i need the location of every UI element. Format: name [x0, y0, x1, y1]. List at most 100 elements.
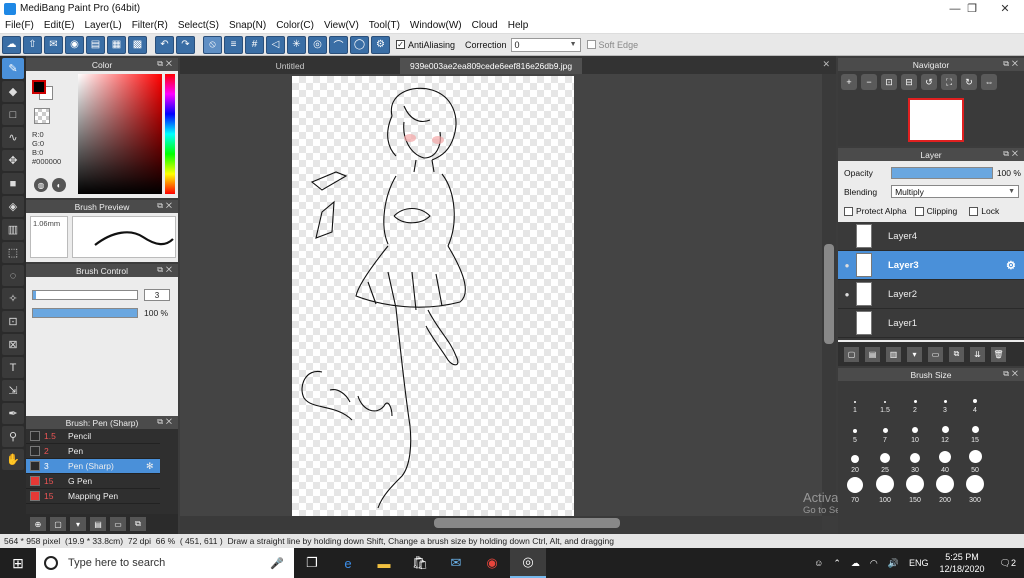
magic-wand-icon[interactable]: ✧ [2, 288, 24, 309]
gradient-tool-icon[interactable]: ▥ [2, 219, 24, 240]
taskbar-clock[interactable]: 5:25 PM 12/18/2020 [940, 551, 985, 575]
color-history-icon[interactable]: ◐ [52, 178, 66, 192]
brush-size-option[interactable]: 40 [930, 444, 960, 474]
eye-icon[interactable]: ● [838, 261, 856, 270]
new-8bit-layer-icon[interactable]: ▥ [886, 346, 901, 362]
menu-view[interactable]: View(V) [319, 20, 364, 31]
select-rect-icon[interactable]: ⬚ [2, 242, 24, 263]
brush-folder-icon[interactable]: ▭ [110, 517, 126, 531]
menu-file[interactable]: File(F) [0, 20, 39, 31]
text-tool-icon[interactable]: T [2, 357, 24, 378]
menu-tool[interactable]: Tool(T) [364, 20, 405, 31]
zoom-out-icon[interactable]: − [861, 74, 877, 90]
operation-tool-icon[interactable]: ⇲ [2, 380, 24, 401]
menu-window[interactable]: Window(W) [405, 20, 467, 31]
brush-size-option[interactable]: 100 [870, 474, 900, 504]
blur-tool-icon[interactable]: ∿ [2, 127, 24, 148]
brush-size-option[interactable]: 2 [900, 384, 930, 414]
brush-size-option[interactable]: 7 [870, 414, 900, 444]
antialiasing-checkbox[interactable]: ✓ [396, 40, 405, 49]
upload-icon[interactable]: ⇧ [23, 35, 42, 54]
notifications-icon[interactable]: 🗨2 [1000, 558, 1016, 569]
brush-size-option[interactable]: 1 [840, 384, 870, 414]
eyedropper-icon[interactable]: ⚲ [2, 426, 24, 447]
language-indicator[interactable]: ENG [909, 558, 929, 568]
volume-icon[interactable]: 🔊 [888, 558, 899, 569]
undo-icon[interactable]: ↶ [155, 35, 174, 54]
move-tool-icon[interactable]: ✥ [2, 150, 24, 171]
brush-size-option[interactable]: 50 [960, 444, 990, 474]
panel-controls-icon[interactable]: ⧉✕ [1003, 369, 1021, 379]
layer-settings-icon[interactable]: ⚙ [1006, 259, 1024, 272]
dot-tool-icon[interactable]: □ [2, 104, 24, 125]
layer-row[interactable]: ● Layer2 [838, 280, 1024, 309]
medibang-taskbar-icon[interactable]: ◎ [510, 548, 546, 578]
new-halftone-layer-icon[interactable]: ▤ [865, 346, 880, 362]
blending-select[interactable]: Multiply ▼ [891, 185, 1020, 198]
snap-off-icon[interactable]: ⦸ [203, 35, 222, 54]
horizontal-scroll-thumb[interactable] [434, 518, 620, 528]
select-pen-icon[interactable]: ⊡ [2, 311, 24, 332]
layer-folder-icon[interactable]: ▭ [928, 346, 943, 362]
tab-untitled[interactable]: Untitled [180, 58, 400, 74]
brush-settings-icon[interactable]: ✻ [146, 461, 160, 472]
cross-snap-icon[interactable]: # [245, 35, 264, 54]
panel-controls-icon[interactable]: ⧉✕ [157, 265, 175, 275]
fullscreen-icon[interactable]: ⛶ [941, 74, 957, 90]
panel-controls-icon[interactable]: ⧉✕ [157, 417, 175, 427]
tile-icon[interactable]: ▩ [128, 35, 147, 54]
panel-controls-icon[interactable]: ⧉✕ [1003, 149, 1021, 159]
horizontal-scrollbar[interactable] [180, 516, 822, 530]
layer-row[interactable]: Layer1 [838, 309, 1024, 338]
divide-tool-icon[interactable]: ✒ [2, 403, 24, 424]
eye-icon[interactable]: ● [838, 290, 856, 299]
vertical-scrollbar[interactable] [822, 74, 836, 516]
brush-menu-icon[interactable]: ▾ [70, 517, 86, 531]
cloud-icon[interactable]: ☁ [2, 35, 21, 54]
windows-start-icon[interactable]: ⊞ [0, 548, 36, 578]
edge-browser-icon[interactable]: e [330, 548, 366, 578]
radial-snap-icon[interactable]: ✳ [287, 35, 306, 54]
brush-size-option[interactable]: 300 [960, 474, 990, 504]
redo-icon[interactable]: ↷ [176, 35, 195, 54]
panel-controls-icon[interactable]: ⧉✕ [157, 201, 175, 211]
close-button[interactable]: ✕ [988, 0, 1022, 17]
circle-snap-icon[interactable]: ◎ [308, 35, 327, 54]
merge-layer-icon[interactable]: ⇊ [970, 346, 985, 362]
saturation-value-picker[interactable] [78, 74, 162, 194]
soft-edge-checkbox[interactable] [586, 40, 596, 49]
maximize-button[interactable]: ❐ [955, 0, 989, 17]
brush-size-option[interactable]: 10 [900, 414, 930, 444]
brush-list-item[interactable]: 2 Pen [26, 444, 160, 459]
menu-select[interactable]: Select(S) [173, 20, 224, 31]
brush-size-option[interactable]: 4 [960, 384, 990, 414]
drawing-canvas[interactable] [292, 76, 574, 516]
hue-slider[interactable] [165, 74, 175, 194]
chrome-icon[interactable]: ◉ [474, 548, 510, 578]
parallel-snap-icon[interactable]: ≡ [224, 35, 243, 54]
menu-snap[interactable]: Snap(N) [224, 20, 271, 31]
select-eraser-icon[interactable]: ⊠ [2, 334, 24, 355]
brush-opacity-slider[interactable] [32, 308, 138, 318]
lock-checkbox[interactable] [969, 206, 979, 216]
brush-size-option[interactable]: 70 [840, 474, 870, 504]
actual-size-icon[interactable]: ⊟ [901, 74, 917, 90]
new-brush-icon[interactable]: ▢ [50, 517, 66, 531]
layer-opacity-slider[interactable] [890, 167, 993, 179]
brush-size-slider[interactable] [32, 290, 138, 300]
onedrive-icon[interactable]: ☁ [851, 558, 860, 569]
brush-size-option[interactable]: 3 [930, 384, 960, 414]
brush-size-option[interactable]: 25 [870, 444, 900, 474]
file-explorer-icon[interactable]: ▬ [366, 548, 402, 578]
panel-controls-icon[interactable]: ⧉✕ [157, 59, 175, 69]
brush-size-option[interactable]: 30 [900, 444, 930, 474]
rotate-right-icon[interactable]: ↻ [961, 74, 977, 90]
brush-list-item[interactable]: 15 G Pen [26, 474, 160, 489]
rotate-left-icon[interactable]: ↺ [921, 74, 937, 90]
transparent-color-swatch[interactable] [34, 108, 50, 124]
close-tab-icon[interactable]: ✕ [822, 59, 830, 70]
navigator-thumbnail[interactable] [908, 98, 964, 142]
duplicate-layer-icon[interactable]: ⧉ [949, 346, 964, 362]
correction-select[interactable]: 0 ▼ [510, 37, 581, 52]
bucket-tool-icon[interactable]: ◈ [2, 196, 24, 217]
